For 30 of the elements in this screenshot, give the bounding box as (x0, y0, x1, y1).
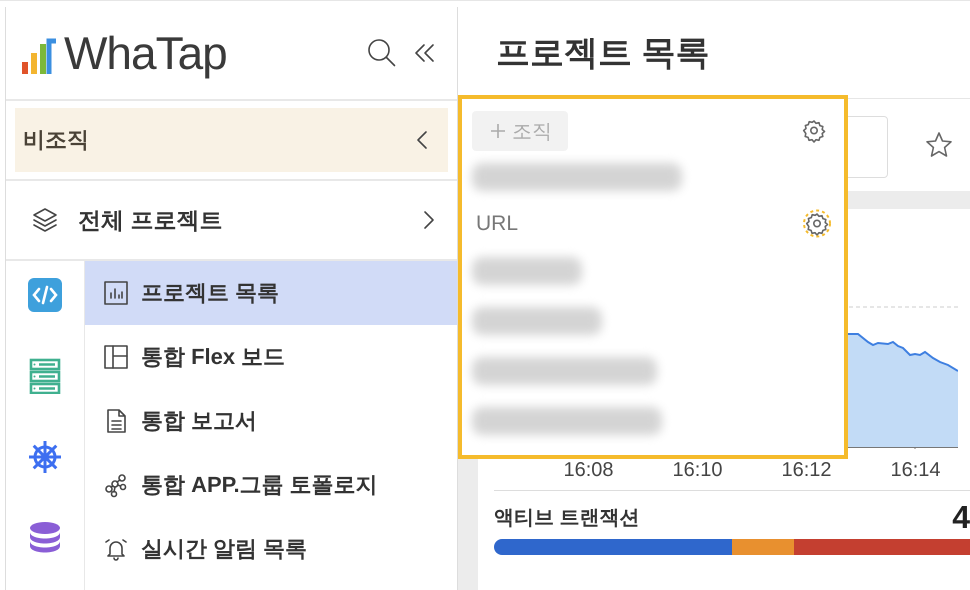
menu-item[interactable]: 프로젝트 목록 (85, 261, 457, 325)
organization-selector[interactable]: 비조직 (15, 108, 448, 172)
axis-label: 16:08 (562, 459, 615, 482)
menu-item[interactable]: 통합 보고서 (85, 389, 457, 453)
layout-icon (103, 344, 129, 370)
nodes-icon (103, 472, 129, 498)
server-icon[interactable] (27, 358, 63, 394)
organization-label: 비조직 (23, 126, 89, 154)
plus-icon (490, 123, 506, 139)
code-icon[interactable] (27, 277, 63, 313)
bell-icon (103, 536, 129, 562)
layers-icon (30, 205, 60, 235)
logo-text: WhaTap (64, 30, 227, 76)
axis-label: 16:14 (889, 459, 942, 482)
settings-icon[interactable] (802, 119, 826, 143)
axis-label: 16:10 (671, 459, 724, 482)
section-label: URL (475, 212, 518, 236)
all-projects-label: 전체 프로젝트 (78, 206, 222, 234)
menu-item[interactable]: 실시간 알림 목록 (85, 517, 457, 581)
logo-icon (20, 36, 56, 76)
wheel-icon[interactable] (27, 439, 63, 475)
chart-icon (103, 280, 129, 306)
menu-item[interactable]: 통합 APP.그룹 토폴로지 (85, 453, 457, 517)
page-title: 프로젝트 목록 (496, 32, 710, 74)
menu-item[interactable]: 통합 Flex 보드 (85, 325, 457, 389)
metric-value: 4 (952, 501, 970, 533)
settings-icon[interactable] (802, 209, 832, 239)
axis-label: 16:12 (780, 459, 833, 482)
star-icon[interactable] (924, 130, 954, 160)
metric-label: 액티브 트랜잭션 (494, 506, 640, 530)
